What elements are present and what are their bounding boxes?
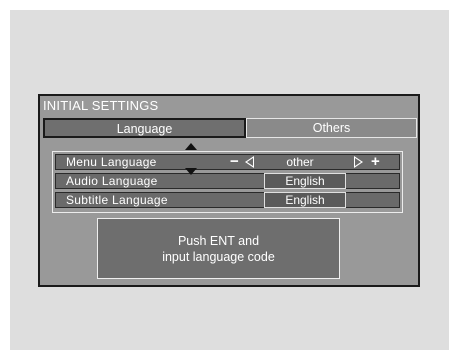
left-triangle-icon[interactable] — [245, 156, 254, 168]
message-line-1: Push ENT and — [177, 234, 260, 248]
tab-others[interactable]: Others — [246, 118, 417, 138]
subtitle-language-label: Subtitle Language — [66, 193, 168, 207]
plus-icon[interactable]: + — [371, 153, 380, 170]
initial-settings-screen: INITIAL SETTINGS Language Others Menu La… — [38, 94, 420, 287]
language-settings-list: Menu Language − other + Audio Language E… — [52, 151, 403, 213]
audio-language-row[interactable]: Audio Language English — [55, 173, 400, 189]
down-arrow-icon[interactable] — [185, 168, 197, 175]
instruction-message-box: Push ENT and input language code — [97, 218, 340, 279]
subtitle-language-value: English — [264, 192, 346, 208]
menu-language-value: other — [286, 155, 314, 169]
audio-language-value: English — [264, 173, 346, 189]
screen-title: INITIAL SETTINGS — [43, 98, 159, 113]
subtitle-language-row[interactable]: Subtitle Language English — [55, 192, 400, 208]
audio-language-label: Audio Language — [66, 174, 158, 188]
up-arrow-icon[interactable] — [185, 143, 197, 150]
tab-language[interactable]: Language — [43, 118, 246, 138]
menu-language-label: Menu Language — [66, 155, 157, 169]
menu-language-row[interactable]: Menu Language − other + — [55, 153, 400, 170]
right-triangle-icon[interactable] — [354, 156, 363, 168]
minus-icon[interactable]: − — [230, 153, 239, 170]
message-line-2: input language code — [162, 250, 275, 264]
